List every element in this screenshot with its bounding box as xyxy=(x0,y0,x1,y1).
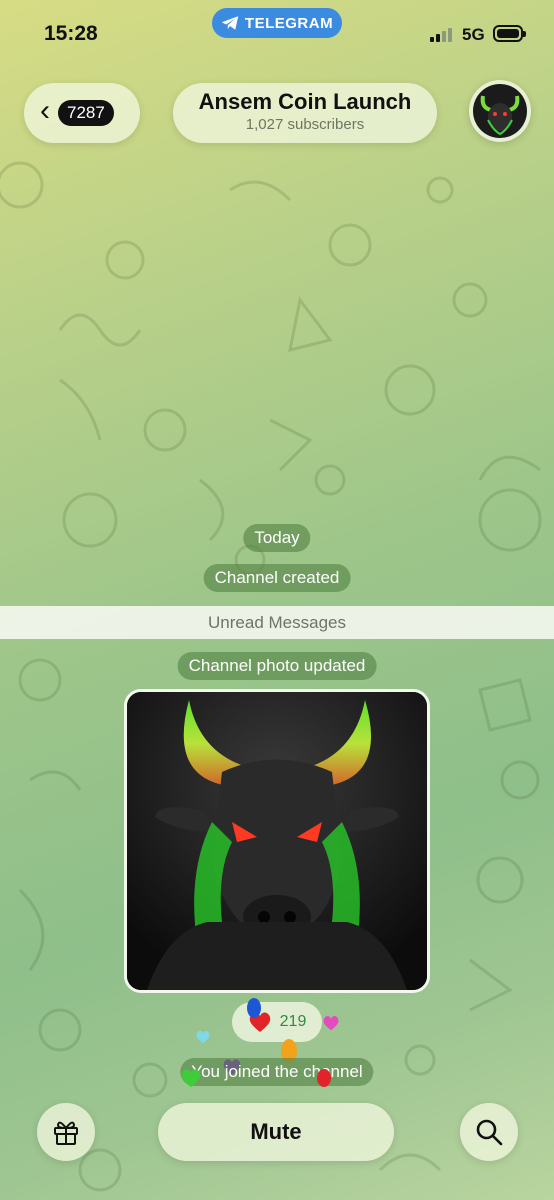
channel-header[interactable]: Ansem Coin Launch 1,027 subscribers xyxy=(173,83,437,143)
subscriber-count: 1,027 subscribers xyxy=(245,116,365,133)
floating-heart-icon xyxy=(181,1069,201,1088)
service-message-created: Channel created xyxy=(203,564,351,592)
floating-heart-icon xyxy=(247,998,261,1018)
telegram-app-pill[interactable]: TELEGRAM xyxy=(212,8,342,38)
unread-messages-divider: Unread Messages xyxy=(0,606,554,639)
bull-illustration xyxy=(127,692,427,990)
signal-icon xyxy=(430,26,452,42)
date-separator: Today xyxy=(243,524,311,552)
search-icon xyxy=(476,1119,503,1146)
chevron-left-icon: ‹ xyxy=(40,94,50,127)
reaction-count: 219 xyxy=(279,1013,307,1030)
network-type: 5G xyxy=(462,25,485,44)
channel-avatar[interactable] xyxy=(469,80,531,142)
floating-heart-icon xyxy=(323,1016,339,1031)
gift-button[interactable] xyxy=(37,1103,95,1161)
bull-avatar-icon xyxy=(473,84,527,138)
reaction-heart-chip[interactable]: 219 xyxy=(232,1002,322,1042)
channel-title: Ansem Coin Launch xyxy=(198,89,412,114)
telegram-plane-icon xyxy=(221,16,239,30)
channel-photo[interactable] xyxy=(124,689,430,993)
chat-screen: 15:28 TELEGRAM 5G ‹ 7287 Ansem Coin Laun… xyxy=(0,0,554,1200)
floating-heart-icon xyxy=(196,1030,210,1044)
search-button[interactable] xyxy=(460,1103,518,1161)
telegram-pill-label: TELEGRAM xyxy=(244,14,334,32)
status-time: 15:28 xyxy=(44,22,98,45)
back-button[interactable]: ‹ 7287 xyxy=(24,83,140,143)
service-message-photo-updated: Channel photo updated xyxy=(177,652,377,680)
unread-count-badge: 7287 xyxy=(58,100,114,126)
floating-heart-icon xyxy=(317,1069,331,1087)
gift-icon xyxy=(54,1121,78,1145)
battery-icon xyxy=(493,25,526,42)
service-message-joined: You joined the channel xyxy=(180,1058,374,1086)
mute-button[interactable]: Mute xyxy=(158,1103,394,1161)
